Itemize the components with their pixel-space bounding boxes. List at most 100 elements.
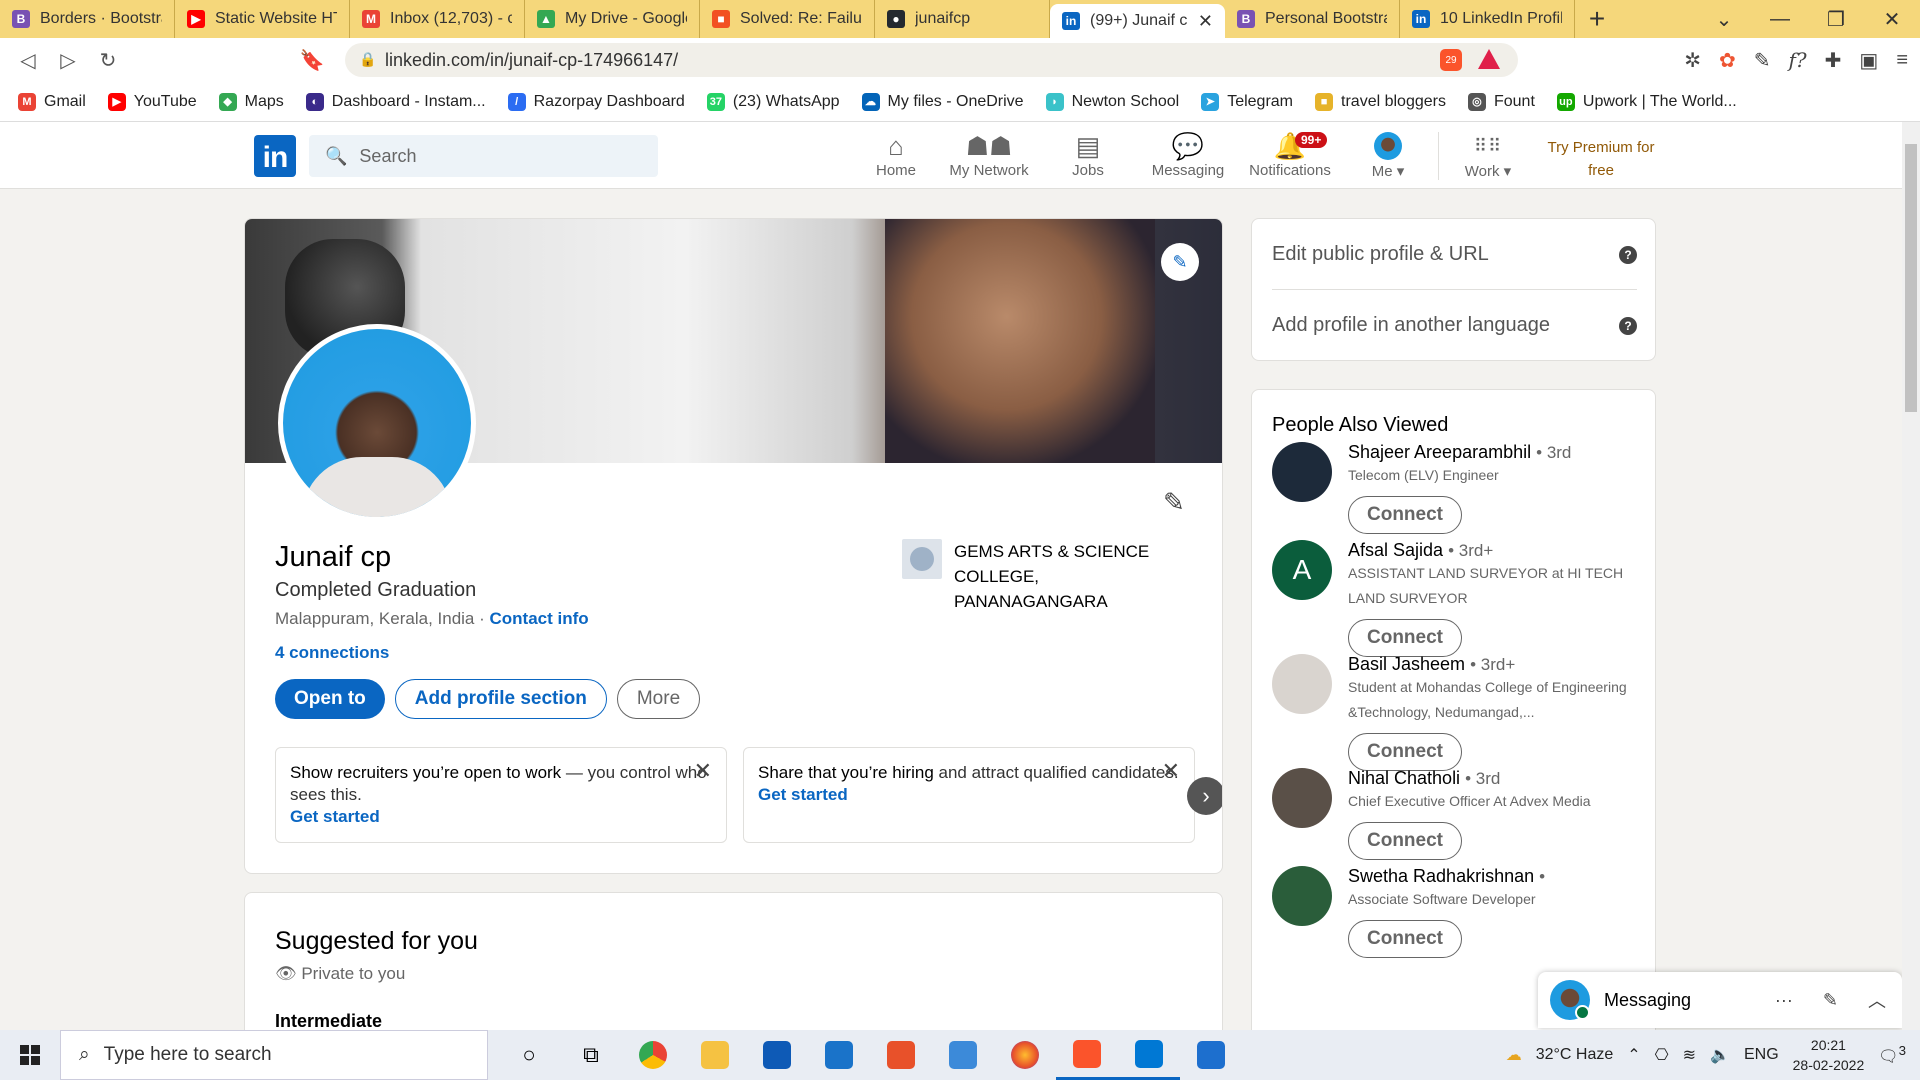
volume-icon[interactable]: 🔈: [1710, 1045, 1730, 1065]
chevron-up-icon[interactable]: ⌃: [1627, 1045, 1640, 1065]
try-premium-link[interactable]: Try Premium for free: [1538, 136, 1664, 182]
search-box[interactable]: 🔍 Search: [309, 135, 658, 177]
browser-tab[interactable]: ▲ My Drive - Google D: [525, 0, 700, 38]
browser-tab[interactable]: ▶ Static Website HTML: [175, 0, 350, 38]
scrollbar-thumb[interactable]: [1905, 144, 1917, 412]
start-button[interactable]: [0, 1030, 60, 1080]
wifi-icon[interactable]: ≋: [1683, 1045, 1696, 1065]
avatar[interactable]: [1272, 442, 1332, 502]
nav-messaging[interactable]: 💬 Messaging: [1148, 130, 1228, 186]
notification-center-icon[interactable]: 🗨3: [1878, 1043, 1906, 1066]
brave-rewards-icon[interactable]: [1478, 49, 1500, 69]
bookmark-item[interactable]: ◗ Newton School: [1045, 92, 1179, 111]
profile-photo[interactable]: [278, 324, 476, 522]
add-profile-section-button[interactable]: Add profile section: [394, 679, 607, 719]
person-name[interactable]: Shajeer Areeparambhil • 3rd: [1348, 442, 1642, 463]
more-button[interactable]: More: [616, 679, 701, 719]
brave-shields-icon[interactable]: 29: [1440, 49, 1462, 71]
add-language-link[interactable]: Add profile in another language ?: [1272, 314, 1637, 337]
back-button[interactable]: ◁: [8, 38, 48, 82]
browser-tab[interactable]: B Personal Bootstrap: [1225, 0, 1400, 38]
connect-button[interactable]: Connect: [1348, 619, 1462, 657]
close-icon[interactable]: ✕: [694, 760, 712, 782]
bookmark-item[interactable]: ☁ My files - OneDrive: [861, 92, 1024, 111]
task-view-icon[interactable]: ⧉: [560, 1030, 622, 1080]
nav-my-network[interactable]: ☗☗ My Network: [946, 130, 1032, 186]
reload-button[interactable]: ↻: [88, 38, 128, 82]
close-window-button[interactable]: ✕: [1864, 0, 1920, 38]
nav-home[interactable]: ⌂ Home: [866, 130, 926, 186]
bookmark-item[interactable]: ■ travel bloggers: [1315, 92, 1446, 111]
connect-button[interactable]: Connect: [1348, 496, 1462, 534]
bookmark-item[interactable]: ◆ Maps: [218, 92, 284, 111]
browser-tab[interactable]: B Borders · Bootstrap: [0, 0, 175, 38]
messaging-widget[interactable]: Messaging ··· ✎ ︿: [1538, 972, 1902, 1028]
tab-search-icon[interactable]: ⌄: [1696, 0, 1752, 38]
puzzle-extensions-icon[interactable]: ✚: [1825, 48, 1842, 73]
page-scrollbar[interactable]: [1902, 122, 1920, 1030]
network-tray-icon[interactable]: ⎔: [1655, 1045, 1669, 1065]
eyedropper-extension-icon[interactable]: ✎: [1754, 48, 1771, 73]
file-explorer-icon[interactable]: [684, 1030, 746, 1080]
nav-jobs[interactable]: ▤ Jobs: [1058, 130, 1118, 186]
connect-button[interactable]: Connect: [1348, 920, 1462, 958]
office-icon[interactable]: [870, 1030, 932, 1080]
files-icon[interactable]: [932, 1030, 994, 1080]
cortana-icon[interactable]: ○: [498, 1030, 560, 1080]
browser-tab[interactable]: M Inbox (12,703) - cp: [350, 0, 525, 38]
bookmark-item[interactable]: ➤ Telegram: [1201, 92, 1293, 111]
browser-menu-icon[interactable]: ≡: [1896, 49, 1908, 72]
promo-1-get-started[interactable]: Get started: [290, 806, 712, 828]
browser-tab[interactable]: in 10 LinkedIn Profile: [1400, 0, 1575, 38]
taskbar-search[interactable]: ⌕ Type here to search: [60, 1030, 488, 1080]
browser-tab[interactable]: ● junaifcp: [875, 0, 1050, 38]
bookmark-item[interactable]: ◎ Fount: [1467, 92, 1535, 111]
language-indicator[interactable]: ENG: [1744, 1046, 1779, 1064]
chevron-up-icon[interactable]: ︿: [1868, 987, 1886, 1013]
store-icon[interactable]: [746, 1030, 808, 1080]
connect-button[interactable]: Connect: [1348, 822, 1462, 860]
weather-text[interactable]: 32°C Haze: [1536, 1046, 1614, 1064]
carousel-next-button[interactable]: ›: [1187, 777, 1222, 815]
maximize-button[interactable]: ❐: [1808, 0, 1864, 38]
forward-button[interactable]: ▷: [48, 38, 88, 82]
photos-icon[interactable]: [1180, 1030, 1242, 1080]
close-tab-icon[interactable]: ✕: [1198, 11, 1213, 32]
mail-icon[interactable]: [808, 1030, 870, 1080]
vscode-icon[interactable]: [1118, 1030, 1180, 1080]
connections-link[interactable]: 4 connections: [275, 643, 389, 663]
education-link[interactable]: GEMS ARTS & SCIENCE COLLEGE, PANANAGANGA…: [902, 539, 1194, 614]
compose-icon[interactable]: ✎: [1823, 990, 1838, 1011]
linkedin-logo[interactable]: in: [254, 135, 296, 177]
person-name[interactable]: Basil Jasheem • 3rd+: [1348, 654, 1642, 675]
browser-tab[interactable]: ■ Solved: Re: Failure t: [700, 0, 875, 38]
wallet-icon[interactable]: ▣: [1859, 48, 1878, 73]
nav-notifications[interactable]: 🔔 99+ Notifications: [1245, 130, 1335, 186]
close-icon[interactable]: ✕: [1162, 760, 1180, 782]
font-extension-icon[interactable]: f?: [1789, 48, 1807, 72]
nav-me[interactable]: Me ▾: [1363, 130, 1413, 186]
person-name[interactable]: Swetha Radhakrishnan •: [1348, 866, 1642, 887]
person-name[interactable]: Nihal Chatholi • 3rd: [1348, 768, 1642, 789]
clock[interactable]: 20:21 28-02-2022: [1793, 1035, 1865, 1075]
edit-intro-button[interactable]: ✎: [1163, 487, 1185, 518]
brave-icon[interactable]: [1056, 1030, 1118, 1080]
promo-2-get-started[interactable]: Get started: [758, 784, 1180, 806]
new-tab-button[interactable]: +: [1575, 0, 1619, 38]
bookmark-item[interactable]: / Razorpay Dashboard: [507, 92, 685, 111]
bookmark-item[interactable]: 37 (23) WhatsApp: [706, 92, 840, 111]
bookmark-item[interactable]: up Upwork | The World...: [1556, 92, 1737, 111]
weather-icon[interactable]: ☁: [1506, 1045, 1522, 1065]
avatar[interactable]: [1272, 866, 1332, 926]
bookmark-item[interactable]: ◐ Dashboard - Instam...: [305, 92, 486, 111]
bookmark-item[interactable]: ▶ YouTube: [107, 92, 197, 111]
chrome-icon[interactable]: [622, 1030, 684, 1080]
edit-banner-button[interactable]: ✎: [1161, 243, 1199, 281]
bug-extension-icon[interactable]: ✲: [1684, 48, 1701, 73]
connect-button[interactable]: Connect: [1348, 733, 1462, 771]
help-icon[interactable]: ?: [1619, 245, 1637, 264]
help-icon[interactable]: ?: [1619, 316, 1637, 335]
avatar[interactable]: [1272, 768, 1332, 828]
color-extension-icon[interactable]: ✿: [1719, 48, 1736, 73]
person-name[interactable]: Afsal Sajida • 3rd+: [1348, 540, 1642, 561]
